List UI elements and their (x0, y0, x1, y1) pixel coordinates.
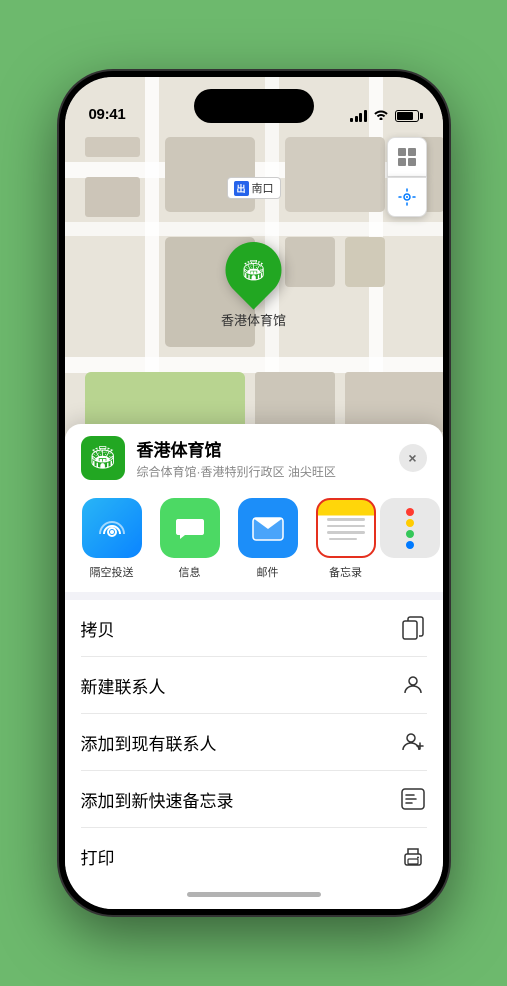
map-type-button[interactable] (387, 137, 427, 177)
venue-info: 香港体育馆 综合体育馆·香港特别行政区 油尖旺区 (137, 436, 387, 480)
add-existing-icon (399, 728, 427, 756)
venue-subtitle: 综合体育馆·香港特别行政区 油尖旺区 (137, 463, 387, 480)
share-item-notes[interactable]: 备忘录 (311, 498, 381, 580)
signal-bars-icon (350, 110, 367, 122)
quick-note-label: 添加到新快速备忘录 (81, 787, 234, 812)
notes-icon (316, 498, 376, 558)
venue-pin: 🏟 香港体育馆 (221, 242, 286, 329)
wifi-icon (373, 108, 389, 123)
notes-label: 备忘录 (329, 564, 362, 580)
exit-name: 南口 (252, 180, 274, 196)
action-print[interactable]: 打印 (81, 828, 427, 884)
action-add-existing-contact[interactable]: 添加到现有联系人 (81, 714, 427, 771)
action-quick-note[interactable]: 添加到新快速备忘录 (81, 771, 427, 828)
more-icon (380, 498, 440, 558)
venue-icon: 🏟 (81, 436, 125, 480)
battery-icon (395, 110, 419, 122)
mail-label: 邮件 (257, 564, 279, 580)
bottom-sheet: 🏟 香港体育馆 综合体育馆·香港特别行政区 油尖旺区 × (65, 424, 443, 909)
phone-screen: 09:41 (65, 77, 443, 909)
action-list: 拷贝 新建联系人 (65, 600, 443, 884)
close-button[interactable]: × (399, 444, 427, 472)
venue-name: 香港体育馆 (137, 436, 387, 461)
share-item-airdrop[interactable]: 隔空投送 (77, 498, 147, 580)
exit-badge: 出 (233, 181, 248, 196)
map-exit-label: 出 南口 (226, 177, 280, 199)
share-row: 隔空投送 信息 (65, 490, 443, 592)
status-icons (350, 108, 419, 123)
venue-emoji: 🏟 (89, 445, 117, 471)
map-controls (387, 137, 427, 217)
print-icon (399, 842, 427, 870)
action-copy[interactable]: 拷贝 (81, 600, 427, 657)
messages-label: 信息 (179, 564, 201, 580)
airdrop-label: 隔空投送 (90, 564, 134, 580)
new-contact-label: 新建联系人 (81, 673, 166, 698)
dynamic-island (194, 89, 314, 123)
quick-note-icon (399, 785, 427, 813)
share-item-more[interactable] (389, 498, 431, 580)
messages-icon (160, 498, 220, 558)
location-button[interactable] (387, 177, 427, 217)
sheet-divider (65, 592, 443, 600)
copy-label: 拷贝 (81, 616, 115, 641)
share-item-messages[interactable]: 信息 (155, 498, 225, 580)
copy-icon (399, 614, 427, 642)
new-contact-icon (399, 671, 427, 699)
home-indicator (187, 892, 321, 897)
pin-circle: 🏟 (214, 230, 293, 309)
share-item-mail[interactable]: 邮件 (233, 498, 303, 580)
mail-icon (238, 498, 298, 558)
status-time: 09:41 (89, 106, 126, 123)
print-label: 打印 (81, 844, 115, 869)
add-existing-label: 添加到现有联系人 (81, 730, 217, 755)
phone-frame: 09:41 (59, 71, 449, 915)
pin-label: 香港体育馆 (221, 310, 286, 329)
action-new-contact[interactable]: 新建联系人 (81, 657, 427, 714)
stadium-icon: 🏟 (241, 258, 266, 283)
sheet-header: 🏟 香港体育馆 综合体育馆·香港特别行政区 油尖旺区 × (65, 424, 443, 490)
airdrop-icon (82, 498, 142, 558)
